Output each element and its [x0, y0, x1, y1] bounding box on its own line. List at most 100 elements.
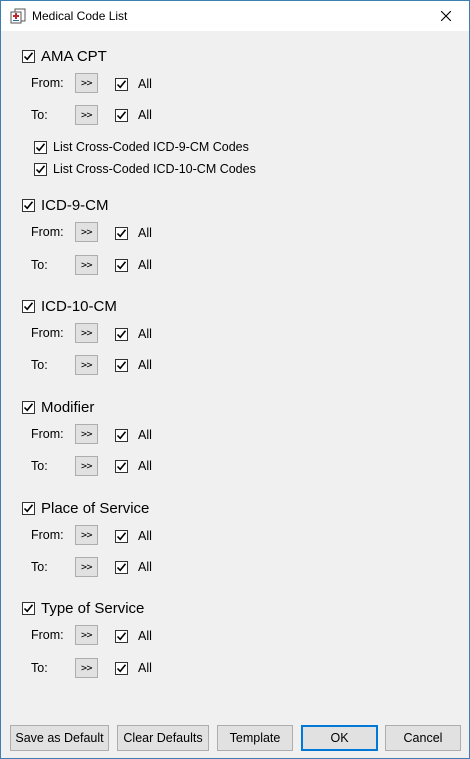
ama-cpt-from-all: All	[115, 77, 152, 91]
icd-9-cm-from-label: From:	[31, 225, 64, 239]
window-title: Medical Code List	[32, 9, 128, 23]
icd-9-cm-to-button[interactable]: >>	[75, 255, 98, 275]
cancel-button[interactable]: Cancel	[385, 725, 461, 751]
icd-9-cm-label: ICD-9-CM	[41, 197, 109, 214]
type-of-service-checkbox[interactable]	[22, 602, 35, 615]
icd-9-cm-from-button[interactable]: >>	[75, 222, 98, 242]
icd-10-cm-from-button[interactable]: >>	[75, 323, 98, 343]
icd-9-cm-from-all: All	[115, 226, 152, 240]
save-as-default-button[interactable]: Save as Default	[10, 725, 109, 751]
type-of-service-to-all: All	[115, 661, 152, 675]
all-label: All	[138, 459, 152, 473]
template-button[interactable]: Template	[217, 725, 293, 751]
all-label: All	[138, 258, 152, 272]
icd-9-cm-to-all-checkbox[interactable]	[115, 258, 128, 272]
all-label: All	[138, 560, 152, 574]
ama-cpt-to-label: To:	[31, 108, 48, 122]
ama-cpt-from-button[interactable]: >>	[75, 73, 98, 93]
place-of-service-from-button[interactable]: >>	[75, 525, 98, 545]
medical-code-list-dialog: Medical Code List AMA CPT From: >> All T…	[0, 0, 470, 759]
modifier-label: Modifier	[41, 399, 95, 416]
check-icon	[23, 403, 34, 412]
icd-10-cm-from-all-checkbox[interactable]	[115, 327, 128, 341]
icd-10-cm-to-label: To:	[31, 358, 48, 372]
icd-9-cm-from-all-checkbox[interactable]	[115, 226, 128, 240]
app-icon	[10, 8, 26, 24]
section-icd-9-cm: ICD-9-CM	[22, 197, 109, 214]
all-label: All	[138, 77, 152, 91]
all-label: All	[138, 529, 152, 543]
place-of-service-to-all: All	[115, 560, 152, 574]
icd-9-cm-to-all: All	[115, 258, 152, 272]
all-label: All	[138, 226, 152, 240]
modifier-from-button[interactable]: >>	[75, 424, 98, 444]
type-of-service-label: Type of Service	[41, 600, 145, 617]
cross-coded-icd9-label: List Cross-Coded ICD-9-CM Codes	[53, 140, 249, 154]
place-of-service-label: Place of Service	[41, 500, 150, 517]
modifier-from-all-checkbox[interactable]	[115, 428, 128, 442]
section-type-of-service: Type of Service	[22, 600, 144, 617]
check-icon	[116, 79, 127, 89]
icd-10-cm-label: ICD-10-CM	[41, 298, 117, 315]
modifier-to-button[interactable]: >>	[75, 456, 98, 476]
icd-10-cm-from-all: All	[115, 327, 152, 341]
ama-cpt-to-all: All	[115, 108, 152, 122]
place-of-service-to-button[interactable]: >>	[75, 557, 98, 577]
type-of-service-from-button[interactable]: >>	[75, 625, 98, 645]
check-icon	[116, 562, 127, 572]
type-of-service-to-button[interactable]: >>	[75, 658, 98, 678]
all-label: All	[138, 661, 152, 675]
place-of-service-to-all-checkbox[interactable]	[115, 560, 128, 574]
type-of-service-to-all-checkbox[interactable]	[115, 661, 128, 675]
ama-cpt-to-button[interactable]: >>	[75, 105, 98, 125]
ok-button[interactable]: OK	[301, 725, 378, 751]
check-icon	[116, 430, 127, 440]
check-icon	[116, 531, 127, 541]
modifier-to-all: All	[115, 459, 152, 473]
check-icon	[116, 360, 127, 370]
check-icon	[116, 329, 127, 339]
ama-cpt-from-all-checkbox[interactable]	[115, 77, 128, 91]
ama-cpt-to-all-checkbox[interactable]	[115, 108, 128, 122]
all-label: All	[138, 358, 152, 372]
place-of-service-from-all: All	[115, 529, 152, 543]
icd-10-cm-from-label: From:	[31, 326, 64, 340]
clear-defaults-button[interactable]: Clear Defaults	[117, 725, 209, 751]
ama-cpt-from-label: From:	[31, 76, 64, 90]
cross-coded-icd9-checkbox[interactable]	[34, 140, 47, 154]
dialog-content: AMA CPT From: >> All To: >> All List Cro…	[1, 31, 469, 758]
check-icon	[116, 663, 127, 673]
check-icon	[23, 504, 34, 513]
section-place-of-service: Place of Service	[22, 500, 149, 517]
place-of-service-from-all-checkbox[interactable]	[115, 529, 128, 543]
check-icon	[35, 142, 46, 152]
all-label: All	[138, 108, 152, 122]
section-modifier: Modifier	[22, 399, 94, 416]
ama-cpt-checkbox[interactable]	[22, 50, 35, 63]
place-of-service-to-label: To:	[31, 560, 48, 574]
icd-10-cm-to-button[interactable]: >>	[75, 355, 98, 375]
check-icon	[116, 631, 127, 641]
cross-coded-icd10-checkbox[interactable]	[34, 162, 47, 176]
close-icon	[441, 11, 451, 21]
type-of-service-from-all: All	[115, 629, 152, 643]
check-icon	[23, 52, 34, 61]
modifier-checkbox[interactable]	[22, 401, 35, 414]
ama-cpt-label: AMA CPT	[41, 48, 107, 65]
type-of-service-from-all-checkbox[interactable]	[115, 629, 128, 643]
icd-9-cm-to-label: To:	[31, 258, 48, 272]
check-icon	[116, 228, 127, 238]
icd-10-cm-to-all-checkbox[interactable]	[115, 358, 128, 372]
icd-10-cm-checkbox[interactable]	[22, 300, 35, 313]
place-of-service-from-label: From:	[31, 528, 64, 542]
modifier-from-label: From:	[31, 427, 64, 441]
place-of-service-checkbox[interactable]	[22, 502, 35, 515]
check-icon	[23, 302, 34, 311]
icd-9-cm-checkbox[interactable]	[22, 199, 35, 212]
all-label: All	[138, 428, 152, 442]
all-label: All	[138, 629, 152, 643]
section-ama-cpt: AMA CPT	[22, 48, 107, 65]
section-icd-10-cm: ICD-10-CM	[22, 298, 117, 315]
modifier-to-all-checkbox[interactable]	[115, 459, 128, 473]
close-button[interactable]	[423, 1, 469, 31]
